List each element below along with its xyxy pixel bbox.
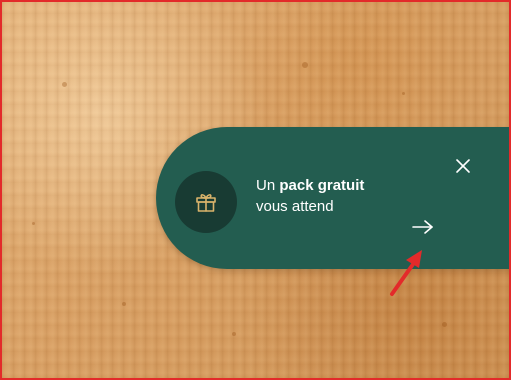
open-offer-arrow-button[interactable] [410,217,436,237]
promo-line-1-highlight: pack gratuit [279,177,365,194]
screenshot-frame: Un pack gratuit vous attend [0,0,511,380]
close-icon [456,159,470,173]
promo-line-2: vous attend [256,198,334,215]
arrow-right-icon [412,220,433,234]
free-pack-promo-banner[interactable]: Un pack gratuit vous attend [156,127,509,269]
promo-message: Un pack gratuit vous attend [256,175,364,217]
close-button[interactable] [452,155,474,177]
promo-line-1-prefix: Un [256,177,276,194]
gift-badge [175,171,237,233]
promo-line-1: Un pack gratuit [256,175,364,196]
red-annotation-arrow [390,250,422,296]
gift-icon [196,194,216,212]
